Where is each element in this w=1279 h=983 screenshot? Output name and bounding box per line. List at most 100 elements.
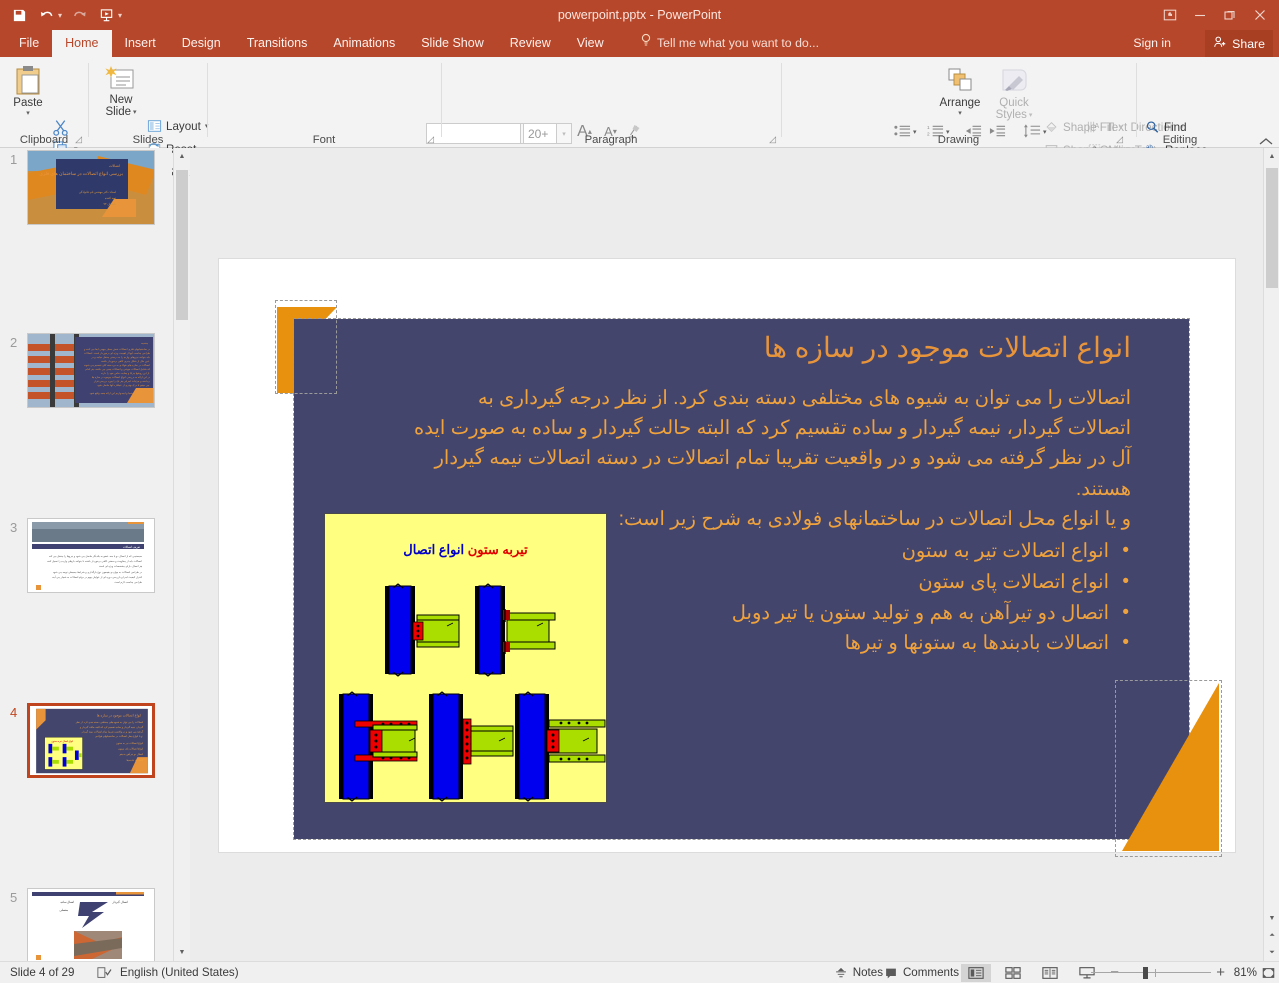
tell-me-search[interactable]: Tell me what you want to do...	[640, 30, 819, 57]
minimize-icon[interactable]	[1185, 0, 1215, 30]
ribbon-group-font: ▾ 20+ ▾ A▴ A▾ B I U S abc AV ▾ Aa ▾ A ▾ …	[208, 57, 440, 148]
slide-thumbnail-1[interactable]: 1 اتصالات بررسی انواع اتصالات در ساختمان…	[0, 148, 172, 240]
svg-text:با تشکر از توجه شما و امیدواری: با تشکر از توجه شما و امیدواریم این ارائ…	[90, 391, 151, 395]
slide-canvas: انواع اتصالات موجود در سازه ها اتصالات ر…	[267, 301, 1164, 821]
zoom-slider-handle[interactable]	[1143, 967, 1148, 979]
tab-file[interactable]: File	[6, 30, 52, 57]
slide-sorter-view-button[interactable]	[998, 964, 1028, 982]
thumbnail-number: 5	[10, 890, 17, 905]
slide-thumbnail-3[interactable]: 3 تعریف اتصالات سیستمی که از اتصال دو یا…	[0, 516, 172, 608]
share-button[interactable]: Share	[1205, 30, 1273, 57]
zoom-level-label[interactable]: 81%	[1234, 962, 1257, 983]
svg-text:مقدمه: مقدمه	[141, 342, 148, 345]
current-slide[interactable]: انواع اتصالات موجود در سازه ها اتصالات ر…	[218, 258, 1236, 853]
panel-scroll-down-icon[interactable]: ▼	[174, 944, 190, 961]
svg-text:سیستمی که از اتصال دو یا چند ع: سیستمی که از اتصال دو یا چند عضو به یکدی…	[49, 554, 143, 558]
shape-fill-dropdown-icon[interactable]: ▾	[1119, 123, 1123, 131]
zoom-in-button[interactable]: +	[1216, 962, 1225, 983]
fit-slide-to-window-icon[interactable]	[1259, 962, 1277, 983]
tab-design[interactable]: Design	[169, 30, 234, 57]
thumbnail-image[interactable]: انواع اتصالات موجود در سازه ها اتصالات ر…	[27, 703, 155, 778]
main-vertical-scrollbar[interactable]: ▲ ▼ ⏶ ⏷	[1263, 148, 1279, 961]
paragraph-group-label: Paragraph	[442, 134, 780, 146]
scroll-down-icon[interactable]: ▼	[1264, 910, 1279, 927]
slide-counter[interactable]: Slide 4 of 29	[10, 962, 74, 983]
paste-dropdown-icon[interactable]: ▾	[26, 109, 30, 117]
slide-thumbnail-4[interactable]: 4 انواع اتصالات موجود در سازه ها اتصالات…	[0, 701, 172, 793]
scroll-up-icon[interactable]: ▲	[1264, 148, 1279, 165]
shape-fill-button[interactable]: Shape Fill ▾	[1044, 120, 1122, 134]
slide-editing-area[interactable]: انواع اتصالات موجود در سازه ها اتصالات ر…	[190, 148, 1263, 961]
svg-text:اتصالات باید از مقاومت و سختی: اتصالات باید از مقاومت و سختی کافی برخور…	[47, 559, 142, 563]
slide-panel-scrollbar[interactable]: ▲ ▼	[173, 148, 189, 961]
tab-animations[interactable]: Animations	[320, 30, 408, 57]
drawing-dialog-launcher[interactable]: ◿	[1116, 134, 1123, 145]
svg-text:اتصالات بادبندها: اتصالات بادبندها	[126, 758, 143, 762]
slide-thumbnail-panel[interactable]: 1 اتصالات بررسی انواع اتصالات در ساختمان…	[0, 148, 172, 961]
new-slide-button[interactable]: New Slide▾	[97, 65, 145, 118]
notes-button[interactable]: Notes	[834, 962, 883, 983]
paragraph-dialog-launcher[interactable]: ◿	[769, 134, 776, 145]
beam-column-connection-diagram[interactable]: تیربه ستون انواع اتصال	[324, 513, 607, 803]
zoom-slider[interactable]	[1091, 969, 1211, 977]
comments-label: Comments	[903, 962, 959, 983]
language-status[interactable]: English (United States)	[120, 962, 239, 983]
lightbulb-icon	[640, 30, 652, 57]
panel-scroll-thumb[interactable]	[176, 170, 188, 320]
svg-text:باید بتوانند نیروهای وارده را: باید بتوانند نیروهای وارده را به درستی م…	[90, 355, 150, 359]
slide-thumbnail-2[interactable]: 2 مقدمه در ساختمانهای فلزی اتصالات نقش ب…	[0, 331, 172, 423]
restore-icon[interactable]	[1215, 0, 1245, 30]
arrange-label: Arrange	[940, 97, 981, 109]
normal-view-button[interactable]	[961, 964, 991, 982]
sign-in-button[interactable]: Sign in	[1133, 30, 1171, 57]
status-bar: Slide 4 of 29 English (United States) No…	[0, 961, 1279, 983]
thumbnail-image[interactable]: تعریف اتصالات سیستمی که از اتصال دو یا چ…	[27, 518, 155, 593]
tab-insert[interactable]: Insert	[112, 30, 169, 57]
thumbnail-image[interactable]: اتصال گیردار اتصال ساده مفصلی	[27, 888, 155, 961]
slide-thumbnail-5[interactable]: 5 اتصال گیردار اتصال ساده مفصلی	[0, 886, 172, 961]
layout-button[interactable]: Layout ▾	[147, 119, 208, 133]
tab-view[interactable]: View	[564, 30, 617, 57]
clipboard-dialog-launcher[interactable]: ◿	[75, 134, 82, 145]
svg-text:در این ارائه به بررسی انواع ات: در این ارائه به بررسی انواع اتصالات موجو…	[92, 375, 151, 379]
arrange-button[interactable]: Arrange ▾	[932, 67, 988, 117]
shape-fill-label: Shape Fill	[1063, 121, 1115, 134]
collapse-ribbon-button[interactable]	[1259, 137, 1273, 146]
next-slide-icon[interactable]: ⏷	[1264, 944, 1279, 961]
comments-button[interactable]: Comments	[884, 962, 959, 983]
slide-title[interactable]: انواع اتصالات موجود در سازه ها	[431, 331, 1131, 365]
svg-text:انواع اتصالات پای ستون: انواع اتصالات پای ستون	[118, 747, 143, 751]
tab-slide-show[interactable]: Slide Show	[408, 30, 497, 57]
spell-check-icon[interactable]	[96, 962, 112, 983]
tab-review[interactable]: Review	[497, 30, 564, 57]
svg-text:گیردار، نیمه گیردار و ساده تقس: گیردار، نیمه گیردار و ساده تقسیم کرد که …	[79, 725, 144, 729]
find-label: Find	[1164, 121, 1187, 134]
window-controls	[1155, 0, 1275, 30]
quick-styles-label-2: Styles	[996, 109, 1027, 121]
ribbon-group-editing: Find abac Replace ▾ Select ▾ Editing	[1137, 57, 1279, 148]
thumbnail-image[interactable]: مقدمه در ساختمانهای فلزی اتصالات نقش بسی…	[27, 333, 155, 408]
scroll-thumb[interactable]	[1266, 168, 1278, 288]
previous-slide-icon[interactable]: ⏶	[1264, 927, 1279, 944]
svg-text:تعریف اتصالات: تعریف اتصالات	[123, 545, 140, 549]
paste-button[interactable]: Paste ▾	[6, 65, 50, 117]
tab-transitions[interactable]: Transitions	[234, 30, 321, 57]
arrange-dropdown-icon[interactable]: ▾	[958, 109, 962, 117]
slide-paragraph: اتصالات را می توان به شیوه های مختلفی دس…	[411, 383, 1131, 504]
svg-text:مفصلی: مفصلی	[59, 908, 68, 912]
find-button[interactable]: Find	[1145, 120, 1187, 134]
share-label: Share	[1232, 37, 1265, 51]
new-slide-label-2: Slide	[105, 106, 131, 118]
layout-label: Layout	[166, 120, 201, 133]
new-slide-dropdown-icon[interactable]: ▾	[133, 108, 137, 116]
quick-styles-button[interactable]: Quick Styles▾	[986, 67, 1042, 121]
font-dialog-launcher[interactable]: ◿	[427, 134, 434, 145]
thumbnail-image[interactable]: اتصالات بررسی انواع اتصالات در ساختمان ه…	[27, 150, 155, 225]
ribbon-display-options-icon[interactable]	[1155, 0, 1185, 30]
close-icon[interactable]	[1245, 0, 1275, 30]
tab-home[interactable]: Home	[52, 30, 111, 57]
quick-styles-dropdown-icon[interactable]: ▾	[1029, 111, 1033, 119]
reading-view-button[interactable]	[1035, 964, 1065, 982]
panel-scroll-up-icon[interactable]: ▲	[174, 148, 190, 165]
thumbnail-number: 4	[10, 705, 17, 720]
